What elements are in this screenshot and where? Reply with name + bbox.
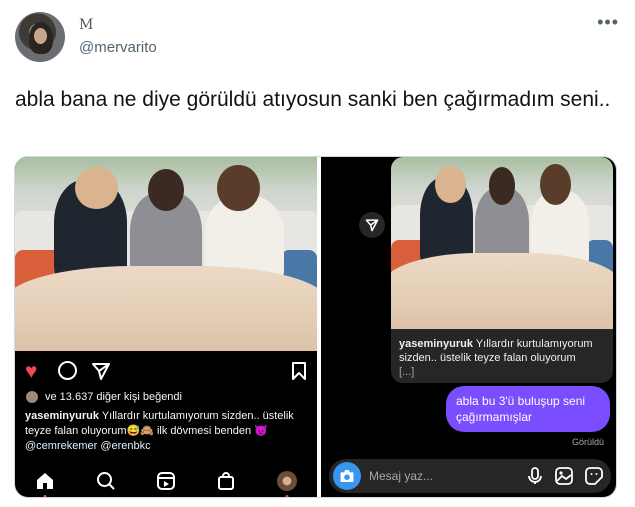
caption-mention-emoji: 😈	[254, 425, 268, 437]
home-icon[interactable]	[34, 470, 56, 497]
message-composer[interactable]: Mesaj yaz...	[329, 459, 611, 493]
gallery-icon[interactable]	[555, 467, 573, 490]
post-caption: yaseminyuruk Yıllardır kurtulamıyorum si…	[25, 409, 305, 454]
camera-icon[interactable]	[333, 462, 361, 490]
caption-username[interactable]: yaseminyuruk	[25, 410, 99, 422]
likes-row[interactable]: ve 13.637 diğer kişi beğendi	[25, 390, 182, 404]
message-bubble[interactable]: abla bu 3'ü buluşup seni çağırmamışlar	[446, 386, 610, 432]
message-input[interactable]: Mesaj yaz...	[369, 469, 433, 483]
instagram-post-screenshot[interactable]: ♥ ve 13.637 diğer kişi beğendi yaseminyu…	[15, 157, 317, 497]
caption-emoji: 😅🙈	[126, 425, 154, 437]
reels-icon[interactable]	[155, 470, 177, 492]
post-actions: ♥	[25, 360, 307, 384]
instagram-dm-screenshot[interactable]: yaseminyuruk Yıllardır kurtulamıyorum si…	[321, 157, 616, 497]
tweet-text: abla bana ne diye görüldü atıyosun sanki…	[15, 88, 611, 111]
display-name[interactable]: M	[79, 16, 93, 34]
comment-icon[interactable]	[58, 361, 77, 380]
display-name-glyph: M	[79, 17, 93, 33]
shared-post-username: yaseminyuruk	[399, 338, 473, 350]
likes-text: ve 13.637 diğer kişi beğendi	[45, 391, 182, 403]
liker-avatar	[25, 390, 39, 404]
user-handle[interactable]: @mervarito	[79, 39, 157, 56]
more-icon[interactable]: •••	[597, 13, 619, 31]
post-photo	[15, 157, 317, 351]
sticker-icon[interactable]	[585, 467, 603, 490]
caption-more: ilk dövmesi benden	[156, 425, 252, 437]
shared-post-caption: yaseminyuruk Yıllardır kurtulamıyorum si…	[399, 337, 607, 379]
shop-icon[interactable]	[215, 470, 237, 492]
search-icon[interactable]	[95, 470, 117, 492]
share-send-icon[interactable]	[359, 212, 385, 238]
profile-icon[interactable]	[276, 470, 298, 497]
heart-icon[interactable]: ♥	[25, 361, 37, 382]
seen-status: Görüldü	[571, 437, 604, 447]
composer-icons	[527, 467, 603, 490]
mic-icon[interactable]	[527, 467, 543, 490]
avatar[interactable]	[15, 12, 65, 62]
shared-post-photo	[391, 157, 613, 329]
send-icon[interactable]	[91, 361, 111, 386]
shared-post-card[interactable]: yaseminyuruk Yıllardır kurtulamıyorum si…	[391, 157, 613, 383]
bookmark-icon[interactable]	[291, 361, 307, 386]
tweet-media[interactable]: ♥ ve 13.637 diğer kişi beğendi yaseminyu…	[14, 156, 617, 498]
shared-post-ellipsis: [...]	[399, 366, 415, 378]
mention-link[interactable]: @cemrekemer	[25, 440, 97, 452]
instagram-bottom-nav	[15, 463, 317, 497]
mention-link[interactable]: @erenbkc	[100, 440, 150, 452]
